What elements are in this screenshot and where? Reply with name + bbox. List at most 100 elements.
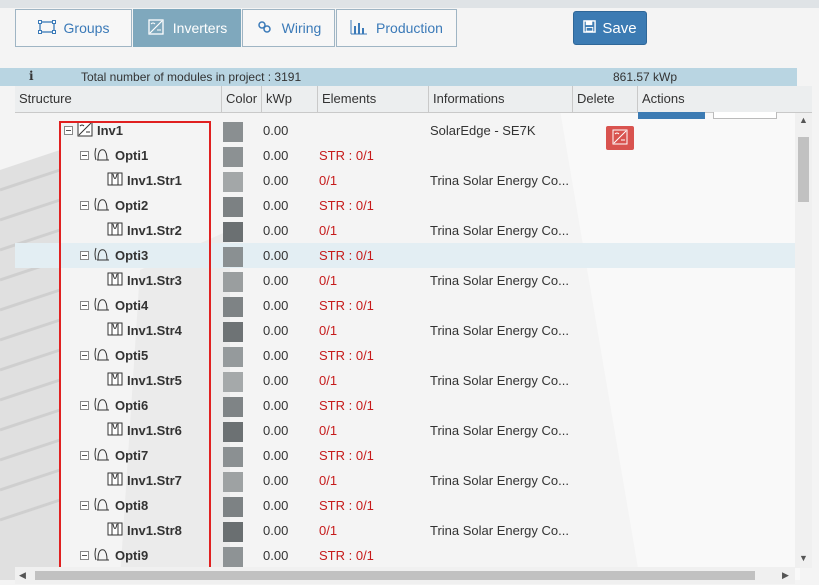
tree-row-optimizer[interactable]: Opti6 0.00 STR : 0/1 bbox=[15, 393, 795, 418]
collapse-toggle[interactable] bbox=[80, 251, 89, 260]
collapse-toggle[interactable] bbox=[80, 351, 89, 360]
tab-wiring[interactable]: Wiring bbox=[242, 9, 335, 47]
info-icon: i bbox=[29, 69, 34, 83]
kwp-value: 0.00 bbox=[263, 398, 289, 413]
collapse-toggle[interactable] bbox=[80, 551, 89, 560]
elements-value: STR : 0/1 bbox=[319, 348, 374, 363]
tree-row-optimizer[interactable]: Opti9 0.00 STR : 0/1 bbox=[15, 543, 795, 568]
tree-row-string[interactable]: Inv1.Str1 0.00 0/1 Trina Solar Energy Co… bbox=[15, 168, 795, 193]
kwp-value: 0.00 bbox=[263, 473, 289, 488]
tree-row-string[interactable]: Inv1.Str7 0.00 0/1 Trina Solar Energy Co… bbox=[15, 468, 795, 493]
column-header-structure[interactable]: Structure bbox=[15, 86, 221, 112]
color-swatch[interactable] bbox=[223, 522, 243, 542]
color-swatch[interactable] bbox=[223, 372, 243, 392]
save-button[interactable]: Save bbox=[573, 11, 647, 45]
tree-row-optimizer[interactable]: Opti7 0.00 STR : 0/1 bbox=[15, 443, 795, 468]
kwp-value: 0.00 bbox=[263, 548, 289, 563]
scroll-down-icon[interactable]: ▼ bbox=[799, 553, 808, 563]
elements-value: STR : 0/1 bbox=[319, 448, 374, 463]
tree-row-string[interactable]: Inv1.Str2 0.00 0/1 Trina Solar Energy Co… bbox=[15, 218, 795, 243]
color-swatch[interactable] bbox=[223, 197, 243, 217]
tree-row-string[interactable]: Inv1.Str3 0.00 0/1 Trina Solar Energy Co… bbox=[15, 268, 795, 293]
row-name: Inv1.Str4 bbox=[127, 323, 182, 338]
collapse-toggle[interactable] bbox=[80, 451, 89, 460]
color-swatch[interactable] bbox=[223, 222, 243, 242]
structure-cell: Inv1.Str3 bbox=[107, 268, 182, 293]
optimizer-icon bbox=[93, 396, 111, 415]
scroll-right-icon[interactable]: ▶ bbox=[782, 570, 789, 581]
kwp-value: 0.00 bbox=[263, 273, 289, 288]
string-icon bbox=[107, 521, 123, 540]
column-header-delete[interactable]: Delete bbox=[572, 86, 637, 112]
horizontal-scroll-thumb[interactable] bbox=[35, 571, 755, 580]
structure-cell: Inv1.Str6 bbox=[107, 418, 182, 443]
vertical-scrollbar[interactable]: ▲ ▼ bbox=[795, 113, 812, 568]
tree-row-string[interactable]: Inv1.Str8 0.00 0/1 Trina Solar Energy Co… bbox=[15, 518, 795, 543]
tab-groups[interactable]: Groups bbox=[15, 9, 132, 47]
inverter-icon bbox=[147, 18, 165, 38]
tree-row-string[interactable]: Inv1.Str5 0.00 0/1 Trina Solar Energy Co… bbox=[15, 368, 795, 393]
row-name: Opti9 bbox=[115, 548, 149, 563]
color-swatch[interactable] bbox=[223, 347, 243, 367]
tree-row-optimizer[interactable]: Opti1 0.00 STR : 0/1 bbox=[15, 143, 795, 168]
info-value: Trina Solar Energy Co... bbox=[430, 523, 569, 538]
collapse-toggle[interactable] bbox=[80, 501, 89, 510]
tree-row-string[interactable]: Inv1.Str6 0.00 0/1 Trina Solar Energy Co… bbox=[15, 418, 795, 443]
column-header-kwp[interactable]: kWp bbox=[261, 86, 317, 112]
color-swatch[interactable] bbox=[223, 422, 243, 442]
row-name: Inv1.Str8 bbox=[127, 523, 182, 538]
optimizer-icon bbox=[93, 346, 111, 365]
collapse-toggle[interactable] bbox=[64, 126, 73, 135]
collapse-toggle[interactable] bbox=[80, 401, 89, 410]
scroll-left-icon[interactable]: ◀ bbox=[19, 570, 26, 581]
scroll-up-icon[interactable]: ▲ bbox=[799, 115, 808, 125]
tree-row-optimizer[interactable]: Opti3 0.00 STR : 0/1 bbox=[15, 243, 795, 268]
info-value: SolarEdge - SE7K bbox=[430, 123, 536, 138]
tree-row-optimizer[interactable]: Opti8 0.00 STR : 0/1 bbox=[15, 493, 795, 518]
structure-cell: Opti6 bbox=[80, 393, 148, 418]
structure-cell: Opti3 bbox=[80, 243, 148, 268]
color-swatch[interactable] bbox=[223, 497, 243, 517]
color-swatch[interactable] bbox=[223, 247, 243, 267]
wiring-icon bbox=[256, 19, 274, 38]
color-swatch[interactable] bbox=[223, 397, 243, 417]
vertical-scroll-thumb[interactable] bbox=[798, 137, 809, 202]
color-swatch[interactable] bbox=[223, 547, 243, 567]
column-header-informations[interactable]: Informations bbox=[428, 86, 572, 112]
optimizer-icon bbox=[93, 296, 111, 315]
horizontal-scrollbar[interactable]: ◀ ▶ bbox=[15, 567, 795, 584]
color-swatch[interactable] bbox=[223, 147, 243, 167]
row-name: Opti8 bbox=[115, 498, 149, 513]
elements-value: STR : 0/1 bbox=[319, 398, 374, 413]
collapse-toggle[interactable] bbox=[80, 201, 89, 210]
tab-inverters[interactable]: Inverters bbox=[133, 9, 241, 47]
top-strip bbox=[0, 0, 819, 8]
tree-row-optimizer[interactable]: Opti5 0.00 STR : 0/1 bbox=[15, 343, 795, 368]
color-swatch[interactable] bbox=[223, 322, 243, 342]
string-icon bbox=[107, 321, 123, 340]
color-swatch[interactable] bbox=[223, 272, 243, 292]
structure-cell: Opti4 bbox=[80, 293, 148, 318]
color-swatch[interactable] bbox=[223, 172, 243, 192]
string-icon bbox=[107, 471, 123, 490]
column-header-color[interactable]: Color bbox=[221, 86, 261, 112]
color-swatch[interactable] bbox=[223, 122, 243, 142]
color-swatch[interactable] bbox=[223, 472, 243, 492]
tree-row-optimizer[interactable]: Opti4 0.00 STR : 0/1 bbox=[15, 293, 795, 318]
tab-label: Wiring bbox=[281, 20, 322, 36]
collapse-toggle[interactable] bbox=[80, 151, 89, 160]
tree-row-optimizer[interactable]: Opti2 0.00 STR : 0/1 bbox=[15, 193, 795, 218]
color-swatch[interactable] bbox=[223, 297, 243, 317]
column-header-elements[interactable]: Elements bbox=[317, 86, 428, 112]
info-value: Trina Solar Energy Co... bbox=[430, 173, 569, 188]
tree-row-string[interactable]: Inv1.Str4 0.00 0/1 Trina Solar Energy Co… bbox=[15, 318, 795, 343]
tab-production[interactable]: Production bbox=[336, 9, 457, 47]
tree-row-inverter[interactable]: Inv1 0.00 SolarEdge - SE7K bbox=[15, 118, 795, 150]
color-swatch[interactable] bbox=[223, 447, 243, 467]
info-value: Trina Solar Energy Co... bbox=[430, 373, 569, 388]
row-name: Opti6 bbox=[115, 398, 149, 413]
kwp-value: 0.00 bbox=[263, 323, 289, 338]
collapse-toggle[interactable] bbox=[80, 301, 89, 310]
column-header-actions[interactable]: Actions bbox=[637, 86, 812, 112]
kwp-value: 0.00 bbox=[263, 298, 289, 313]
